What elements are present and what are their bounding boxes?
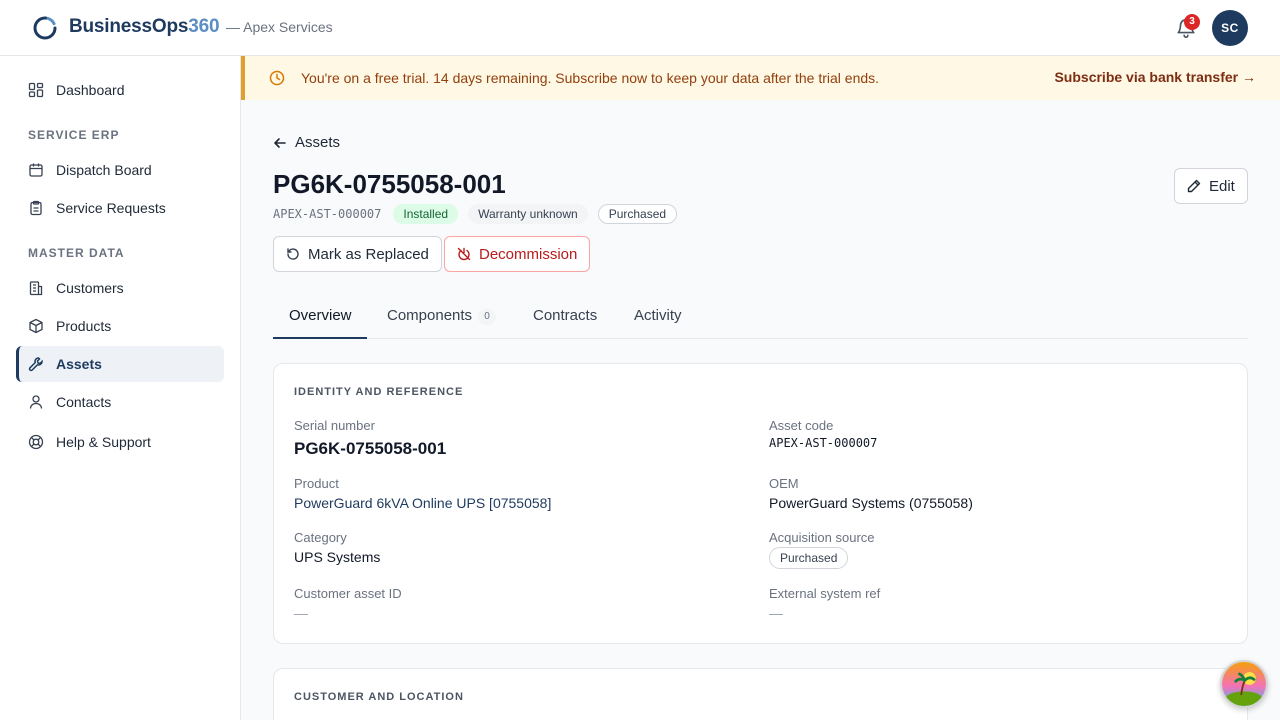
category-label: Category	[294, 530, 347, 545]
sidebar-item-label: Contacts	[56, 394, 112, 410]
sidebar: Dashboard SERVICE ERP Dispatch Board Ser…	[0, 56, 241, 720]
clipboard-icon	[30, 200, 42, 216]
top-bar: BusinessOps360 — Apex Services 3 SC	[0, 0, 1280, 56]
asset-code-value: APEX-AST-000007	[769, 436, 878, 450]
subscribe-link[interactable]: Subscribe via bank transfer →	[1054, 69, 1256, 85]
card-title: IDENTITY AND REFERENCE	[294, 386, 464, 398]
sidebar-item-label: Customers	[56, 280, 124, 296]
oem-label: OEM	[769, 476, 799, 491]
tab-overview[interactable]: Overview	[273, 298, 367, 339]
sidebar-item-dashboard[interactable]: Dashboard	[16, 72, 224, 108]
sidebar-item-service-requests[interactable]: Service Requests	[16, 190, 224, 226]
building-icon	[29, 281, 43, 296]
main-content: You're on a free trial. 14 days remainin…	[241, 56, 1280, 720]
sidebar-item-dispatch-board[interactable]: Dispatch Board	[16, 152, 224, 188]
acquisition-badge: Purchased	[597, 204, 678, 224]
mark-as-replaced-button[interactable]: Mark as Replaced	[273, 236, 442, 272]
card-title: CUSTOMER AND LOCATION	[294, 691, 464, 703]
sidebar-item-assets[interactable]: Assets	[16, 346, 224, 382]
back-label: Assets	[295, 134, 341, 151]
acquisition-source-badge: Purchased	[769, 547, 849, 569]
asset-code-label: Asset code	[769, 418, 834, 433]
product-label: Product	[294, 476, 339, 491]
notification-count-badge: 3	[1184, 14, 1200, 30]
brand-name[interactable]: BusinessOps360	[69, 16, 220, 38]
status-badge: Installed	[393, 204, 459, 224]
sidebar-item-label: Products	[56, 318, 112, 334]
user-avatar[interactable]: SC	[1212, 10, 1248, 46]
org-name: — Apex Services	[226, 19, 333, 35]
replace-label: Mark as Replaced	[308, 245, 429, 263]
user-icon	[29, 395, 43, 409]
logo-icon	[33, 16, 57, 40]
clock-icon	[269, 70, 285, 86]
nav-section-master-data: MASTER DATA	[28, 246, 125, 260]
power-off-icon	[457, 247, 471, 261]
sidebar-item-label: Dispatch Board	[56, 162, 152, 178]
pencil-icon	[1187, 179, 1201, 193]
acquisition-source-label: Acquisition source	[769, 530, 875, 545]
package-icon	[29, 318, 43, 334]
calendar-icon	[29, 163, 43, 177]
edit-button[interactable]: Edit	[1174, 168, 1248, 204]
customer-asset-id-label: Customer asset ID	[294, 586, 402, 601]
product-link[interactable]: PowerGuard 6kVA Online UPS [0755058]	[294, 495, 551, 511]
components-count-badge: 0	[478, 309, 497, 325]
external-system-ref-value: —	[769, 605, 783, 621]
category-value: UPS Systems	[294, 549, 381, 565]
rotate-ccw-icon	[287, 248, 299, 260]
decommission-button[interactable]: Decommission	[444, 236, 591, 272]
customer-location-card: CUSTOMER AND LOCATION	[273, 668, 1248, 720]
external-system-ref-label: External system ref	[769, 586, 881, 601]
asset-meta-row: APEX-AST-000007 Installed Warranty unkno…	[273, 204, 687, 224]
sidebar-item-customers[interactable]: Customers	[16, 270, 224, 306]
sidebar-item-products[interactable]: Products	[16, 308, 224, 344]
sidebar-item-label: Assets	[56, 356, 102, 372]
lifebuoy-icon	[28, 434, 44, 450]
page-title: PG6K-0755058-001	[273, 169, 506, 199]
edit-label: Edit	[1209, 177, 1235, 195]
trial-banner: You're on a free trial. 14 days remainin…	[241, 56, 1280, 100]
back-to-assets-link[interactable]: Assets	[273, 134, 340, 151]
serial-number-value: PG6K-0755058-001	[294, 439, 447, 458]
oem-value: PowerGuard Systems (0755058)	[769, 495, 973, 511]
asset-code: APEX-AST-000007	[273, 207, 382, 221]
customer-asset-id-value: —	[294, 605, 308, 621]
decommission-label: Decommission	[479, 245, 578, 263]
wrench-icon	[28, 357, 43, 372]
sidebar-item-contacts[interactable]: Contacts	[16, 384, 224, 420]
tab-activity[interactable]: Activity	[634, 298, 682, 339]
sidebar-item-label: Help & Support	[56, 434, 151, 450]
arrow-left-icon	[274, 137, 286, 148]
tab-bar: Overview Components 0 Contracts Activity	[273, 298, 1248, 339]
trial-banner-text: You're on a free trial. 14 days remainin…	[301, 70, 880, 86]
nav-section-service-erp: SERVICE ERP	[28, 128, 120, 142]
dashboard-icon	[28, 82, 44, 98]
sidebar-item-help-support[interactable]: Help & Support	[16, 424, 224, 460]
warranty-badge: Warranty unknown	[468, 204, 588, 224]
tab-components[interactable]: Components 0	[387, 298, 497, 339]
serial-number-label: Serial number	[294, 418, 375, 433]
identity-card: IDENTITY AND REFERENCE Serial number PG6…	[273, 363, 1248, 644]
tab-contracts[interactable]: Contracts	[533, 298, 597, 339]
assistant-fab-icon[interactable]	[1220, 660, 1268, 708]
sidebar-item-label: Service Requests	[56, 200, 166, 216]
sidebar-item-label: Dashboard	[56, 82, 125, 98]
